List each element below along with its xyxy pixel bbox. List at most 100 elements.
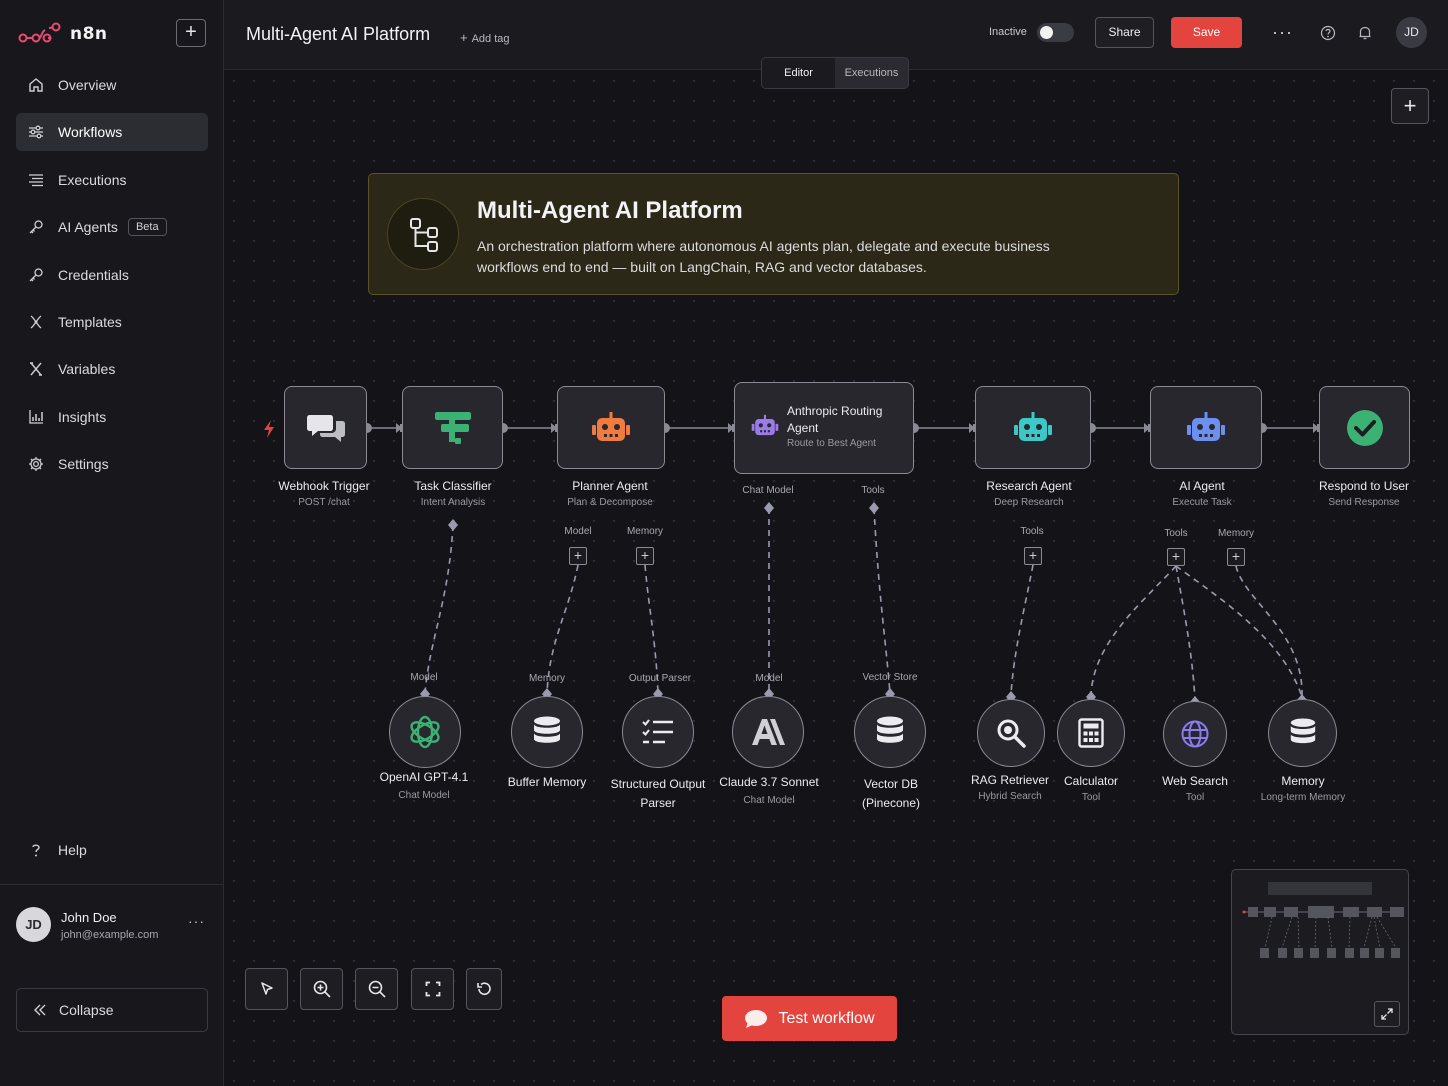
create-button[interactable]: + <box>176 19 206 47</box>
node-long-term-memory[interactable] <box>1268 699 1337 767</box>
sidebar-item-settings[interactable]: Settings <box>16 445 208 483</box>
fit-view-button[interactable] <box>411 968 454 1010</box>
node-claude-sonnet[interactable] <box>732 696 804 768</box>
node-vector-db[interactable] <box>854 696 926 768</box>
app-name: n8n <box>70 24 108 44</box>
header-avatar[interactable]: JD <box>1396 17 1427 48</box>
add-tag-label: Add tag <box>471 33 510 45</box>
port-label: Chat Model <box>742 485 794 496</box>
test-workflow-button[interactable]: Test workflow <box>722 996 897 1041</box>
active-toggle[interactable] <box>1037 23 1074 42</box>
user-email: john@example.com <box>61 929 159 941</box>
node-buffer-memory[interactable] <box>511 696 583 768</box>
chat-bubbles-icon <box>306 414 345 442</box>
share-button[interactable]: Share <box>1095 17 1154 48</box>
workflow-canvas[interactable]: + Multi-Agent AI Platform An orchestrati… <box>224 71 1448 1086</box>
sidebar-item-label: Insights <box>58 408 107 425</box>
minimap-preview <box>1242 882 1404 958</box>
sidebar-item-insights[interactable]: Insights <box>16 398 208 436</box>
user-menu-icon[interactable]: ··· <box>188 913 205 929</box>
node-research-agent[interactable] <box>975 386 1091 469</box>
node-openai-gpt[interactable] <box>389 696 461 768</box>
help-link[interactable]: Help <box>28 842 87 858</box>
question-icon <box>32 844 40 857</box>
bell-icon[interactable] <box>1357 25 1373 41</box>
add-tag-button[interactable]: + Add tag <box>460 30 510 45</box>
database-icon <box>877 716 903 743</box>
node-structured-output-parser[interactable] <box>622 696 694 768</box>
sidebar-item-executions[interactable]: Executions <box>16 161 208 199</box>
avatar: JD <box>16 907 51 942</box>
tab-editor[interactable]: Editor <box>762 58 835 88</box>
sidebar-item-templates[interactable]: Templates <box>16 303 208 341</box>
minimap-expand-button[interactable] <box>1374 1001 1400 1027</box>
workflows-icon <box>29 125 43 139</box>
collapse-button[interactable]: Collapse <box>16 988 208 1032</box>
workflow-title[interactable]: Multi-Agent AI Platform <box>246 24 430 45</box>
add-model-button[interactable]: + <box>569 547 587 565</box>
node-subtitle: Tool <box>1081 792 1101 803</box>
sidebar-item-workflows[interactable]: Workflows <box>16 113 208 152</box>
port-label: Memory <box>1217 528 1255 539</box>
port-label: Model <box>564 526 592 537</box>
add-memory-button[interactable]: + <box>1227 548 1245 566</box>
sub-connection-agent-web <box>1175 565 1196 700</box>
node-rag-retriever[interactable] <box>977 699 1045 767</box>
node-webhook-trigger[interactable] <box>284 386 367 469</box>
templates-icon <box>30 315 42 329</box>
tab-executions[interactable]: Executions <box>835 58 908 88</box>
more-options-icon[interactable]: ··· <box>1272 22 1293 43</box>
switch-icon <box>434 411 471 444</box>
node-planner-agent[interactable] <box>557 386 665 469</box>
list-icon <box>29 174 43 186</box>
undo-icon <box>477 982 491 995</box>
user-profile[interactable]: JD John Doe john@example.com ··· <box>16 907 208 947</box>
calculator-icon <box>1078 718 1104 748</box>
key-icon <box>29 267 43 282</box>
node-calculator[interactable] <box>1057 699 1125 767</box>
port-label: Model <box>410 672 438 683</box>
node-web-search[interactable] <box>1163 701 1227 767</box>
node-label: Webhook Trigger <box>278 479 370 493</box>
help-circle-icon[interactable] <box>1320 25 1336 41</box>
sub-connection-agent-memory <box>1175 565 1303 698</box>
n8n-logo-icon <box>18 22 61 43</box>
fullscreen-icon <box>425 981 440 997</box>
add-tool-button[interactable]: + <box>1167 548 1185 566</box>
add-tool-button[interactable]: + <box>1024 547 1042 565</box>
save-button[interactable]: Save <box>1171 17 1242 48</box>
node-label: Structured Output Parser <box>610 777 706 810</box>
sidebar-item-label: Workflows <box>58 124 123 141</box>
node-anthropic-routing-agent[interactable]: Anthropic Routing Agent Route to Best Ag… <box>734 382 914 474</box>
node-respond-to-user[interactable] <box>1319 386 1410 469</box>
node-subtitle: POST /chat <box>298 497 350 508</box>
minimap[interactable] <box>1231 869 1409 1035</box>
node-subtitle: Chat Model <box>398 790 450 801</box>
sub-connection-agent-memory-2 <box>1235 565 1303 698</box>
zoom-in-button[interactable] <box>300 968 343 1010</box>
n8n-logo[interactable]: n8n <box>18 20 108 48</box>
node-subtitle: Long-term Memory <box>1260 792 1346 803</box>
node-subtitle: Send Response <box>1328 497 1400 508</box>
sidebar-item-ai-agents[interactable]: AI Agents Beta <box>16 208 208 246</box>
sidebar-item-variables[interactable]: Variables <box>16 350 208 388</box>
zoom-out-button[interactable] <box>355 968 398 1010</box>
add-memory-button[interactable]: + <box>636 547 654 565</box>
node-ai-agent[interactable] <box>1150 386 1262 469</box>
node-subtitle: Hybrid Search <box>978 791 1042 802</box>
key-icon <box>29 220 43 234</box>
node-task-classifier[interactable] <box>402 386 503 469</box>
node-label: Calculator <box>1063 774 1119 788</box>
node-label: Research Agent <box>986 479 1072 493</box>
zoom-in-icon <box>313 980 331 998</box>
beta-badge: Beta <box>127 218 167 237</box>
sidebar-item-overview[interactable]: Overview <box>16 66 208 104</box>
sidebar-divider <box>0 884 224 885</box>
sidebar-item-credentials[interactable]: Credentials <box>16 256 208 294</box>
select-tool-button[interactable] <box>245 968 288 1010</box>
sub-connection-agent-calc <box>1090 565 1177 695</box>
node-label: Task Classifier <box>414 479 492 493</box>
reset-zoom-button[interactable] <box>466 968 502 1010</box>
robot-icon <box>592 411 630 441</box>
plus-icon: + <box>460 30 468 45</box>
